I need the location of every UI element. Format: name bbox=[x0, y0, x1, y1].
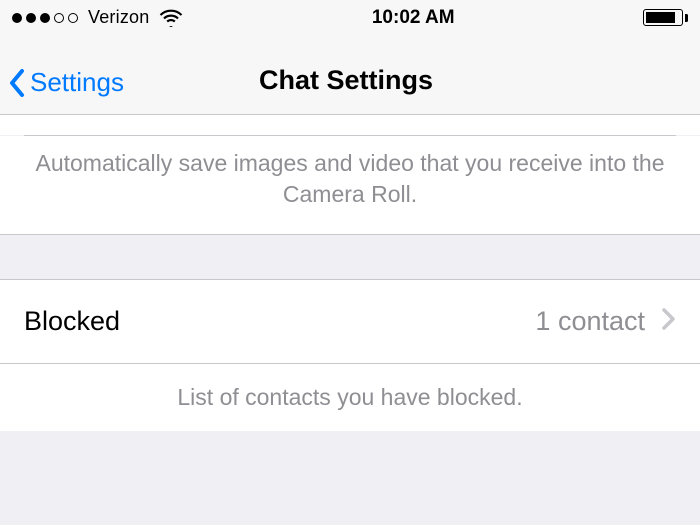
signal-strength-icon bbox=[12, 13, 78, 23]
status-left: Verizon bbox=[12, 7, 183, 28]
carrier-label: Verizon bbox=[88, 7, 149, 28]
navigation-bar: Settings Chat Settings bbox=[0, 35, 700, 115]
chevron-right-icon bbox=[661, 307, 676, 336]
wifi-icon bbox=[159, 9, 183, 27]
status-bar: Verizon 10:02 AM bbox=[0, 0, 700, 35]
status-time: 10:02 AM bbox=[372, 7, 455, 29]
blocked-value: 1 contact bbox=[535, 306, 645, 337]
blocked-label: Blocked bbox=[24, 306, 120, 337]
blocked-description: List of contacts you have blocked. bbox=[0, 364, 700, 431]
back-button[interactable]: Settings bbox=[8, 67, 124, 98]
media-save-description: Automatically save images and video that… bbox=[0, 136, 700, 235]
content: Automatically save images and video that… bbox=[0, 115, 700, 431]
back-button-label: Settings bbox=[30, 67, 124, 98]
page-title: Chat Settings bbox=[259, 65, 433, 96]
chevron-left-icon bbox=[8, 68, 26, 98]
blocked-row[interactable]: Blocked 1 contact bbox=[0, 279, 700, 364]
battery-icon bbox=[643, 9, 688, 26]
